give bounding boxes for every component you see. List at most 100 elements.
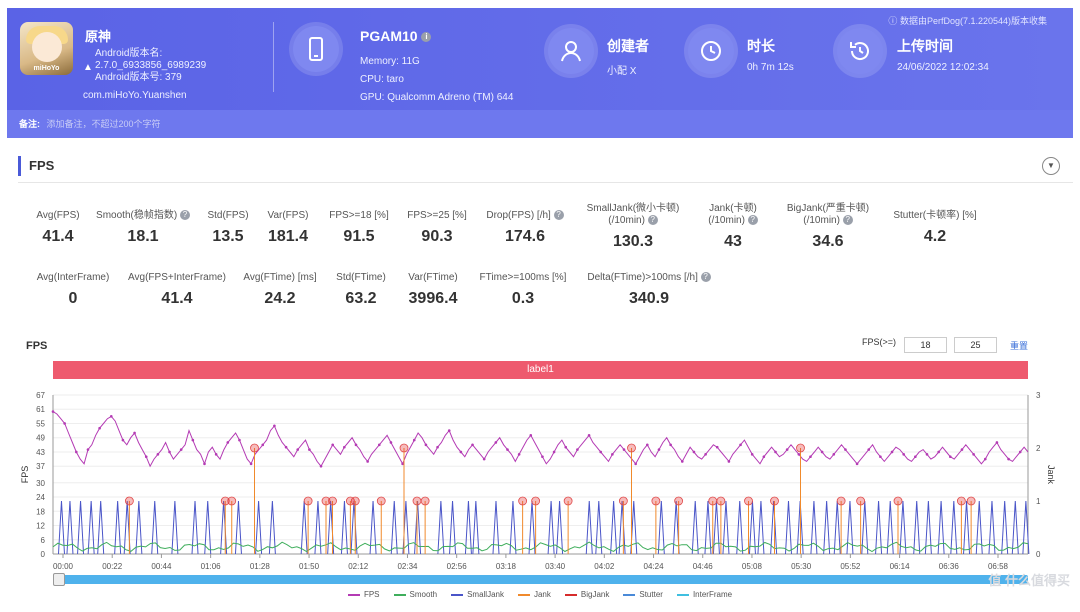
fps-point [669,443,672,447]
x-tick-label: 04:24 [644,562,665,571]
fps-point [599,450,603,454]
fps-point [517,453,521,456]
legend-item-smooth[interactable]: Smooth [393,590,437,599]
x-tick-label: 03:40 [545,562,566,571]
x-tick-label: 04:02 [594,562,615,571]
smalljank-spike [736,500,744,555]
smalljank-spike [350,500,358,555]
x-tick-label: 02:34 [397,562,418,571]
y-tick-label: 6 [41,536,46,545]
smalljank-spike [66,500,74,555]
y-tick-label: 61 [36,405,45,414]
fps-point [1007,457,1010,461]
bigjank-marker [399,443,409,453]
smalljank-spike [492,500,500,555]
fps-point [622,448,626,451]
smalljank-spike [875,500,883,555]
y-tick-label: 18 [36,507,45,516]
legend-item-bigjank[interactable]: BigJank [564,590,609,599]
smalljank-spike [151,500,159,555]
bigjank-marker [744,496,753,506]
smalljank-spike [861,500,869,555]
x-tick-label: 02:12 [348,562,369,571]
smalljank-spike [234,500,242,555]
fps-point [133,431,136,435]
fps-point [750,453,754,456]
bigjank-marker [531,496,541,506]
fps-point [366,460,369,463]
fps-point [564,445,568,449]
fps-point [51,410,55,413]
bigjank-marker [796,443,805,453]
fps-point [121,438,125,442]
x-tick-label: 00:44 [151,562,172,571]
fps-point [552,450,556,454]
smalljank-spike [784,500,792,555]
bigjank-marker [412,496,422,506]
legend-item-jank[interactable]: Jank [517,590,551,599]
bigjank-marker [518,496,528,506]
fps-chart[interactable]: 06121824303743495561670123FPS Jank00:00 00… [0,0,1080,590]
smalljank-spike [528,500,536,555]
y-axis-title: FPS [20,466,30,484]
legend-item-stutter[interactable]: Stutter [623,590,663,599]
x-tick-label: 02:56 [447,562,468,571]
bigjank-marker [856,496,866,506]
fps-point [191,438,195,442]
fps-point [809,455,812,459]
smalljank-spike [913,500,921,555]
fps-point [459,450,463,454]
fps-point [156,453,160,456]
x-tick-label: 06:14 [890,562,911,571]
chart-legend: FPS Smooth SmallJank Jank BigJank Stutter Inte… [0,590,1080,599]
smalljank-spike [464,500,472,555]
fps-point [529,434,533,437]
bigjank-marker [674,496,684,506]
fps-point [587,434,591,437]
y-tick-label: 0 [41,550,46,559]
fps-point [727,460,731,463]
fps-point [914,455,917,459]
scrollbar-handle[interactable] [53,573,65,586]
y-tick-label: 43 [36,448,45,457]
smalljank-spike [975,500,983,555]
y-tick-label: 37 [36,462,45,471]
bigjank-marker [716,496,726,506]
y-tick-label: 67 [36,391,45,400]
legend-swatch [517,593,530,596]
smalljank-spike [437,500,445,555]
fps-point [995,441,999,444]
legend-swatch [564,593,577,596]
fps-point [1018,450,1022,454]
x-tick-label: 00:22 [102,562,123,571]
fps-point [785,448,789,451]
x-tick-label: 04:46 [693,562,714,571]
legend-item-fps[interactable]: FPS [347,590,380,599]
smalljank-spike [300,500,308,555]
smalljank-spike [704,500,712,555]
bigjank-marker [893,496,903,506]
legend-label: Jank [533,590,551,599]
bigjank-marker [770,496,779,506]
smalljank-spike [610,500,618,555]
legend-swatch [347,593,360,596]
y2-tick-label: 2 [1036,444,1041,453]
legend-item-smalljank[interactable]: SmallJank [451,590,504,599]
fps-point [680,460,684,463]
y-tick-label: 55 [36,419,45,428]
timeline-scrollbar[interactable] [53,575,1028,584]
legend-swatch [676,593,689,596]
smalljank-spike [87,500,95,555]
bigjank-marker [563,496,573,506]
fps-point [75,450,78,454]
fps-point [611,453,614,456]
legend-item-interframe[interactable]: InterFrame [676,590,732,599]
smalljank-spike [833,500,841,555]
fps-point [63,422,66,425]
fps-point [960,448,964,451]
fps-point [646,443,649,447]
smalljank-spike [810,500,818,555]
x-tick-label: 05:52 [840,562,861,571]
fps-point [308,448,311,451]
y2-tick-label: 1 [1036,497,1041,506]
